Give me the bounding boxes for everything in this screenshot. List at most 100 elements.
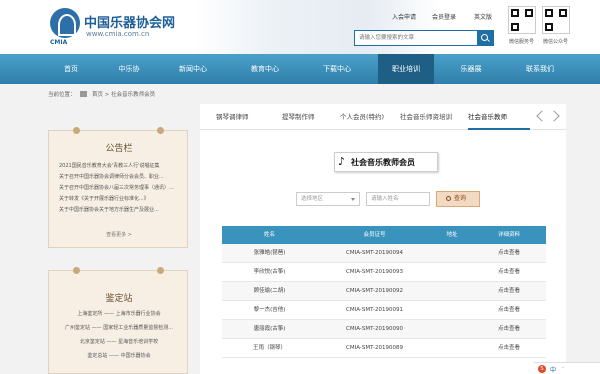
view-details-link[interactable]: 点击查看	[472, 282, 546, 300]
view-details-link[interactable]: 点击查看	[472, 244, 546, 262]
notice-title: 公告栏	[105, 144, 133, 154]
member-cert: CMIA-SMT-20190092	[346, 288, 403, 294]
join-link[interactable]: 入会申请	[392, 12, 416, 21]
member-name: 黎一杰(吉他)	[253, 307, 286, 313]
notice-item[interactable]: 关于召开中国乐器协会八届三次常务理事（通讯）...	[59, 183, 183, 194]
table-row: 黎一杰(吉他) CMIA-SMT-20190091 点击查看	[222, 301, 546, 320]
search-icon	[446, 196, 451, 201]
nav-item-training[interactable]: 职业培训	[378, 54, 434, 84]
breadcrumb-current: 社会音乐教师会员	[111, 92, 156, 98]
breadcrumb-prefix: 当前位置：	[48, 92, 76, 98]
notice-board: 公告栏 2021国民音乐教育大会'青教三人行'说唱征集 关于召开中国乐器协会调律…	[48, 127, 189, 248]
member-address	[432, 339, 472, 357]
appraisal-item[interactable]: 北京鉴定站 —— 星海音乐培训学校	[55, 335, 183, 349]
qr-code-icon	[542, 6, 570, 34]
table-row: 唐丽霞(古筝) CMIA-SMT-20190090 点击查看	[222, 320, 546, 339]
qr-label-public: 微信公众号	[543, 39, 569, 45]
logo-emblem-icon	[50, 8, 80, 38]
name-input-placeholder: 请输入姓名	[371, 196, 399, 202]
header-name: 姓名	[263, 232, 275, 238]
nav-item-news[interactable]: 新闻中心	[168, 54, 218, 84]
nav-item-download[interactable]: 下载中心	[312, 54, 362, 84]
member-cert: CMIA-SMT-20190089	[346, 345, 403, 351]
header-details: 详细资料	[497, 232, 520, 238]
member-address	[432, 244, 472, 262]
table-row: 顾佳瑜(二胡) CMIA-SMT-20190092 点击查看	[222, 282, 546, 301]
ime-punctuation-toggle[interactable]: ·	[562, 365, 564, 372]
section-title: 社会音乐教师会员	[351, 158, 415, 167]
home-icon	[80, 91, 88, 97]
member-login-link[interactable]: 会员登录	[432, 12, 456, 21]
member-address	[432, 282, 472, 300]
more-link[interactable]: 查看更多 >	[49, 231, 189, 238]
table-row: 李欣悦(古筝) CMIA-SMT-20190093 点击查看	[222, 263, 546, 282]
member-cert: CMIA-SMT-20190090	[346, 326, 403, 332]
region-select-value: 选择地区	[301, 196, 324, 202]
tab-bar: 钢琴调律师 提琴制作师 个人会员(特约) 社会音乐师资培训 社会音乐教师	[200, 104, 566, 130]
logo-url: www.cmia.com.cn	[86, 30, 150, 38]
member-name: 张雅皓(琵琶)	[253, 250, 286, 256]
qr-label-service: 微信服务号	[509, 39, 535, 45]
member-name: 顾佳瑜(二胡)	[253, 288, 286, 294]
section-title-box: ♪ 社会音乐教师会员	[334, 152, 438, 172]
member-panel: 钢琴调律师 提琴制作师 个人会员(特约) 社会音乐师资培训 社会音乐教师 ♪ 社…	[200, 104, 566, 374]
ime-language-toggle[interactable]: 中	[550, 365, 556, 374]
appraisal-item[interactable]: 上海鉴定所 —— 上海市乐器行业协会	[55, 307, 183, 321]
chevron-left-icon[interactable]	[536, 110, 548, 122]
view-details-link[interactable]: 点击查看	[472, 339, 546, 357]
notice-item[interactable]: 关于转发《关于开展乐器行业标准化...》	[59, 194, 183, 205]
chevron-right-icon[interactable]	[548, 110, 560, 122]
site-logo[interactable]: 中国乐器协会网 www.cmia.com.cn CMIA	[50, 8, 200, 46]
view-details-link[interactable]: 点击查看	[472, 320, 546, 338]
appraisal-list: 上海鉴定所 —— 上海市乐器行业协会 广州鉴定站 —— 国家轻工业乐器质量监督检…	[55, 307, 183, 363]
member-name: 李欣悦(古筝)	[253, 269, 286, 275]
view-details-link[interactable]: 点击查看	[472, 263, 546, 281]
tab-teacher-training[interactable]: 社会音乐师资培训	[400, 104, 452, 130]
tab-violin-maker[interactable]: 提琴制作师	[282, 104, 315, 130]
pin-icon	[73, 267, 80, 274]
table-header: 姓名 会员证号 地址 详细资料	[222, 226, 546, 244]
member-address	[432, 263, 472, 281]
search-input[interactable]	[355, 31, 477, 45]
member-cert: CMIA-SMT-20190093	[346, 269, 403, 275]
query-button[interactable]: 查询	[436, 191, 480, 207]
tab-piano-tuner[interactable]: 钢琴调律师	[216, 104, 249, 130]
view-details-link[interactable]: 点击查看	[472, 301, 546, 319]
english-link[interactable]: 英文版	[474, 12, 492, 21]
breadcrumb-separator: >	[104, 92, 110, 98]
search-icon[interactable]	[477, 31, 493, 45]
nav-item-expo[interactable]: 乐器展	[448, 54, 494, 84]
header-address: 地址	[446, 232, 458, 238]
tab-individual-member[interactable]: 个人会员(特约)	[340, 104, 384, 130]
member-address	[432, 320, 472, 338]
nav-item-association[interactable]: 中乐协	[106, 54, 152, 84]
table-row: 张雅皓(琵琶) CMIA-SMT-20190094 点击查看	[222, 244, 546, 263]
tab-music-teacher[interactable]: 社会音乐教师	[468, 104, 530, 130]
qr-code-icon	[508, 6, 536, 34]
member-name: 唐丽霞(古筝)	[253, 326, 286, 332]
table-row: 王雨（钢琴） CMIA-SMT-20190089 点击查看	[222, 339, 546, 358]
notice-item[interactable]: 关于召开中国乐器协会调律师分会会员、职业...	[59, 172, 183, 183]
name-input[interactable]: 请输入姓名	[366, 192, 430, 206]
ime-tray: S 中 ·	[534, 362, 600, 374]
main-nav: 首页 中乐协 新闻中心 教育中心 下载中心 职业培训 乐器展 联系我们	[0, 54, 600, 84]
breadcrumb: 当前位置： 首页 > 社会音乐教师会员	[48, 90, 348, 100]
appraisal-item[interactable]: 鉴定总站 —— 中国乐器协会	[55, 349, 183, 363]
notice-list: 2021国民音乐教育大会'青教三人行'说唱征集 关于召开中国乐器协会调律师分会会…	[59, 161, 183, 216]
member-name: 王雨（钢琴）	[252, 345, 286, 351]
appraisal-item[interactable]: 广州鉴定站 —— 国家轻工业乐器质量监督检测...	[55, 321, 183, 335]
region-select[interactable]: 选择地区	[296, 192, 360, 206]
pin-icon	[157, 267, 164, 274]
nav-item-contact[interactable]: 联系我们	[512, 54, 568, 84]
music-note-icon: ♪	[338, 155, 346, 168]
appraisal-board: 鉴定站 上海鉴定所 —— 上海市乐器行业协会 广州鉴定站 —— 国家轻工业乐器质…	[48, 267, 188, 374]
member-cert: CMIA-SMT-20190094	[346, 250, 403, 256]
notice-item[interactable]: 关于中国乐器协会关于地方乐器生产及展业...	[59, 205, 183, 216]
ime-logo-icon[interactable]: S	[538, 365, 546, 373]
member-address	[432, 301, 472, 319]
nav-item-home[interactable]: 首页	[48, 54, 94, 84]
breadcrumb-home[interactable]: 首页	[92, 92, 103, 98]
notice-item[interactable]: 2021国民音乐教育大会'青教三人行'说唱征集	[59, 161, 183, 172]
appraisal-title: 鉴定站	[105, 294, 133, 304]
nav-item-education[interactable]: 教育中心	[240, 54, 290, 84]
